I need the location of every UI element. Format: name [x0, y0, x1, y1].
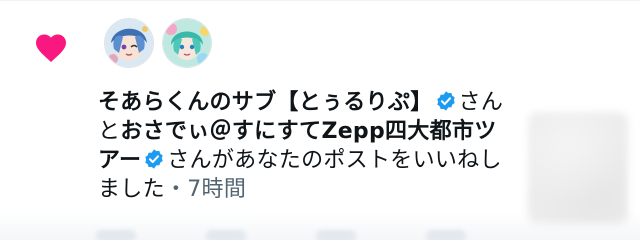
partial-icon: [426, 230, 466, 240]
heart-icon: [36, 34, 66, 63]
verified-badge-icon: [436, 91, 455, 111]
avatar-group: [104, 18, 212, 68]
partial-icon: [206, 230, 246, 240]
partial-icon: [316, 230, 356, 240]
notification-text: そあらくんのサブ【とぅるりぷ】 さんとおさでぃ＠すにすてZepp四大都市ツアー さん…: [98, 88, 508, 204]
avatar[interactable]: [104, 18, 154, 68]
notification-item[interactable]: そあらくんのサブ【とぅるりぷ】 さんとおさでぃ＠すにすてZepp四大都市ツアー さん…: [0, 0, 640, 240]
avatar[interactable]: [162, 18, 212, 68]
partial-next-row: [96, 230, 466, 240]
user-name[interactable]: そあらくんのサブ【とぅるりぷ】: [98, 90, 433, 115]
partial-icon: [96, 230, 136, 240]
verified-badge-icon: [145, 149, 163, 169]
post-thumbnail[interactable]: [528, 112, 628, 224]
separator-dot: ・: [164, 177, 188, 202]
timestamp[interactable]: 7時間: [187, 177, 246, 202]
divider: [0, 0, 640, 1]
